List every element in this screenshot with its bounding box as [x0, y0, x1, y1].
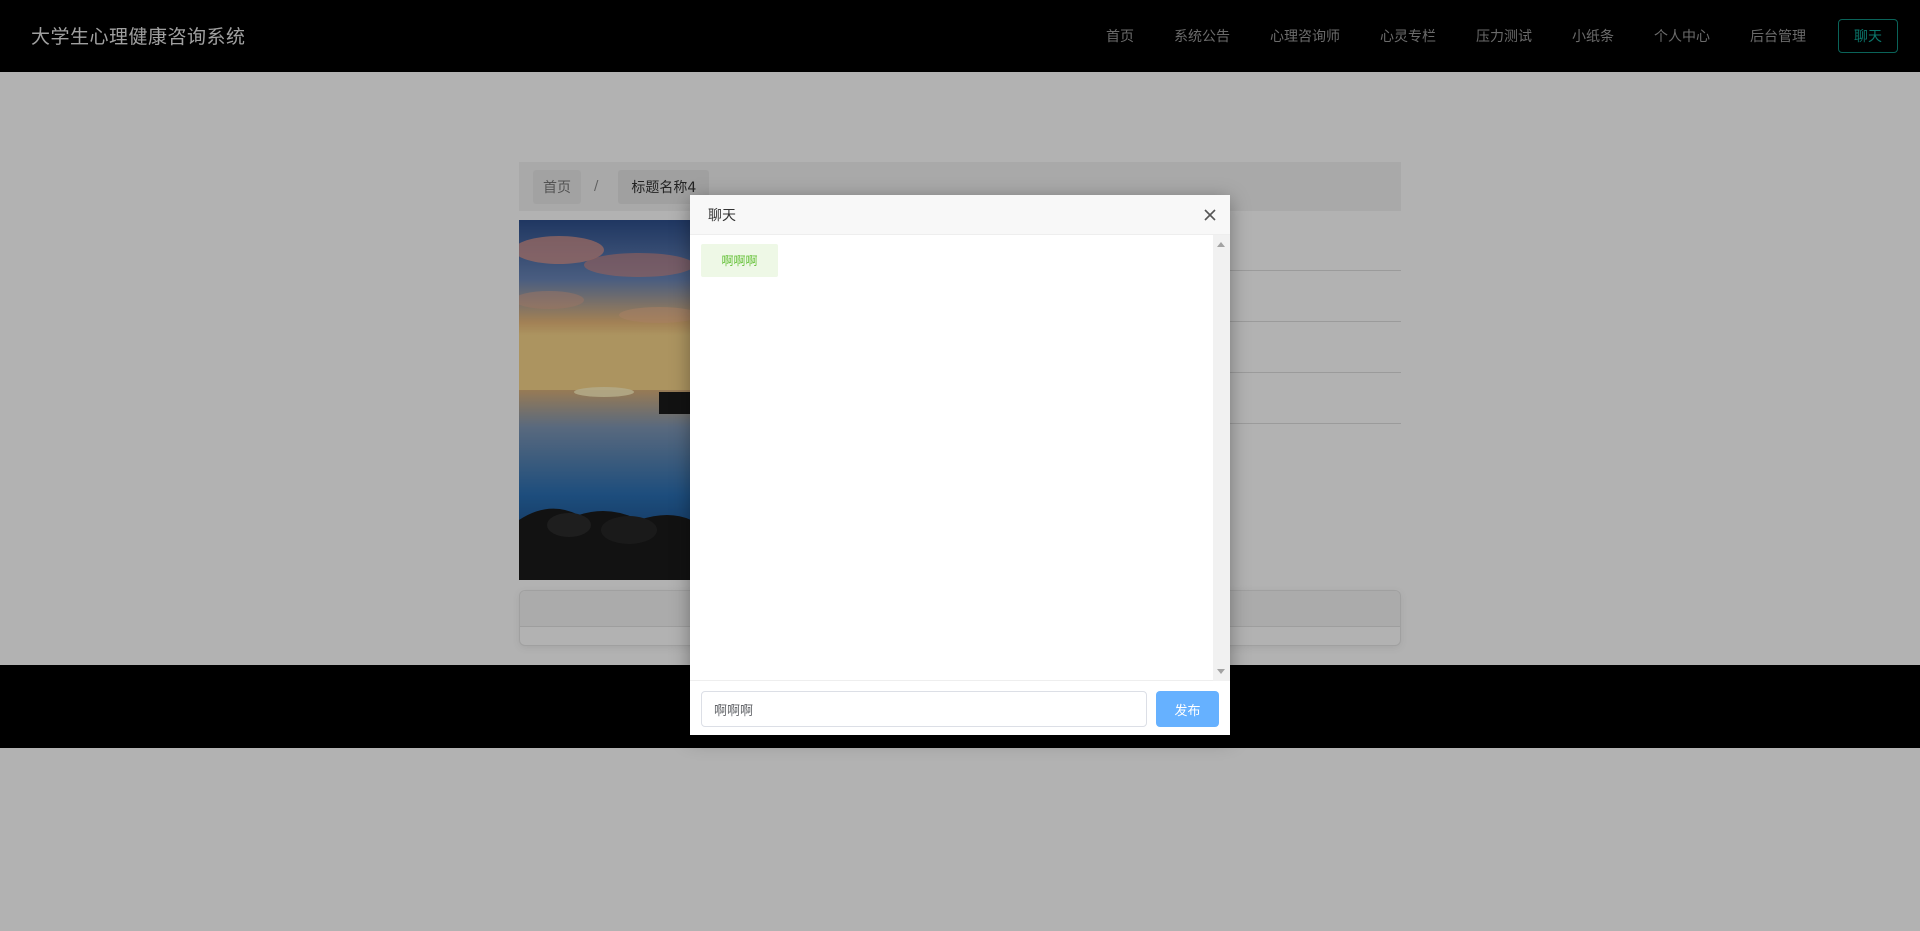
close-icon[interactable] [1202, 207, 1218, 223]
messages-scrollbar[interactable] [1213, 235, 1230, 681]
dialog-header: 聊天 [690, 195, 1230, 235]
chat-composer: 发布 [690, 681, 1230, 734]
send-button[interactable]: 发布 [1156, 691, 1219, 727]
dialog-title: 聊天 [708, 208, 736, 224]
chat-dialog: 聊天 啊啊啊 发布 [690, 195, 1230, 735]
chat-message-bubble: 啊啊啊 [701, 244, 778, 277]
chat-input[interactable] [701, 691, 1147, 727]
scroll-up-icon[interactable] [1217, 242, 1225, 247]
chat-messages: 啊啊啊 [690, 235, 1230, 681]
scroll-down-icon[interactable] [1217, 669, 1225, 674]
